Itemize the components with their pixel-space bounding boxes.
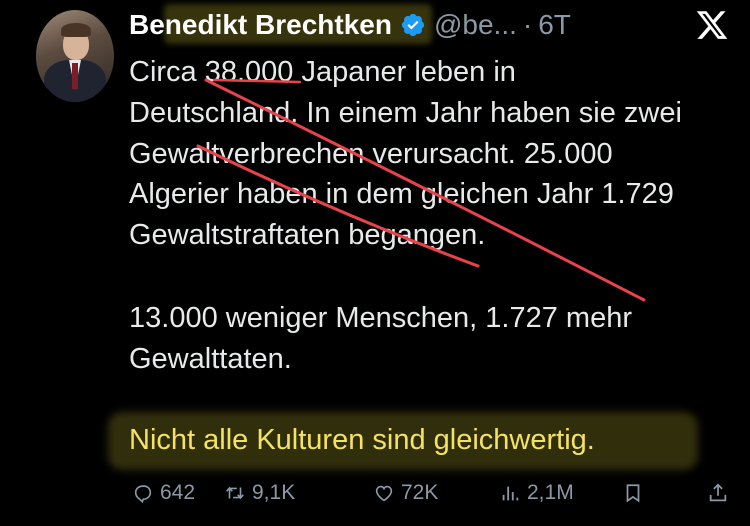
header-separator: ·: [522, 9, 533, 40]
like-count: 72K: [401, 481, 439, 504]
text-line: Nicht alle Kulturen sind gleichwertig.: [129, 423, 595, 456]
like-icon: [375, 485, 393, 502]
text-line: 13.000 weniger Menschen, 1.727 mehr: [129, 301, 632, 334]
tweet-time[interactable]: 6T: [538, 9, 571, 41]
reply-count: 642: [160, 481, 196, 504]
text-line: Gewaltstraftaten begangen.: [129, 219, 486, 252]
views-button[interactable]: 2,1M: [499, 481, 574, 505]
retweet-icon: [226, 486, 244, 500]
tweet-card: Benedikt Brechtken @be... · 6T Circa 38.…: [0, 0, 750, 526]
text-line: Gewalttaten.: [129, 342, 292, 375]
bookmark-icon: [626, 484, 640, 503]
tweet-paragraph-3: Nicht alle Kulturen sind gleichwertig.: [129, 420, 739, 461]
tweet-text: Circa 38.000 Japaner leben in Deutschlan…: [129, 52, 739, 460]
text-line: Circa 38.000 Japaner leben in: [129, 56, 516, 88]
avatar[interactable]: [36, 10, 114, 102]
retweet-count: 9,1K: [252, 481, 296, 504]
x-logo-icon[interactable]: [694, 8, 730, 42]
reply-icon: [134, 485, 152, 504]
author-name[interactable]: Benedikt Brechtken: [129, 9, 392, 41]
verified-badge-icon: [400, 12, 426, 38]
views-icon: [502, 486, 519, 501]
views-count: 2,1M: [527, 481, 574, 504]
tweet-paragraph-1: Circa 38.000 Japaner leben in Deutschlan…: [129, 52, 739, 256]
author-handle[interactable]: @be...: [434, 9, 517, 41]
tweet-header: Benedikt Brechtken @be... · 6T: [129, 6, 571, 44]
text-line: Deutschland. In einem Jahr haben sie zwe…: [129, 96, 682, 129]
retweet-button[interactable]: 9,1K: [224, 481, 295, 505]
share-icon: [709, 483, 727, 502]
action-bar: 642 9,1K 72K 2,1M: [129, 478, 739, 508]
reply-button[interactable]: 642: [132, 481, 195, 505]
text-line: Gewaltverbrechen verursacht. 25.000: [129, 137, 613, 170]
text-line: Algerier haben in dem gleichen Jahr 1.72…: [129, 178, 674, 211]
like-button[interactable]: 72K: [373, 481, 438, 505]
share-button[interactable]: [707, 482, 729, 504]
tweet-paragraph-2: 13.000 weniger Menschen, 1.727 mehr Gewa…: [129, 298, 739, 380]
bookmark-button[interactable]: [622, 482, 644, 504]
